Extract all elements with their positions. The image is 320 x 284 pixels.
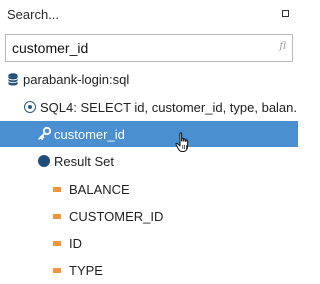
panel-header: Search... — [0, 0, 298, 30]
tree-node-database[interactable]: parabank-login:sql — [0, 66, 298, 92]
result-set-icon — [38, 155, 50, 167]
tree-node-column-customer-id[interactable]: CUSTOMER_ID — [0, 203, 298, 229]
column-label: CUSTOMER_ID — [69, 209, 164, 224]
hand-cursor-icon — [174, 132, 194, 159]
database-icon — [7, 73, 19, 89]
column-icon — [53, 268, 61, 273]
search-panel: Search... fl parabank-login:sql SQL4: SE… — [0, 0, 298, 284]
column-label: ID — [69, 236, 82, 251]
tree-node-column-balance[interactable]: BALANCE — [0, 176, 298, 202]
column-icon — [53, 241, 61, 246]
column-icon — [53, 214, 61, 219]
tree-node-result-set[interactable]: Result Set — [0, 148, 298, 174]
tree-node-column-type[interactable]: TYPE — [0, 257, 298, 283]
column-label: TYPE — [69, 263, 103, 278]
tree-node-column-id[interactable]: ID — [0, 230, 298, 256]
tree-node-customer-id[interactable]: customer_id — [0, 121, 298, 147]
search-box[interactable]: fl — [5, 34, 293, 62]
key-icon — [38, 126, 52, 143]
match-label: customer_id — [54, 127, 125, 142]
panel-title: Search... — [7, 7, 60, 22]
database-label: parabank-login:sql — [23, 72, 130, 87]
column-icon — [53, 187, 61, 192]
maximize-icon[interactable] — [282, 10, 289, 17]
query-icon — [24, 101, 36, 113]
filter-icon[interactable]: fl — [279, 41, 286, 52]
tree-node-query[interactable]: SQL4: SELECT id, customer_id, type, bala… — [0, 94, 298, 120]
column-label: BALANCE — [69, 182, 130, 197]
query-label: SQL4: SELECT id, customer_id, type, bala… — [40, 100, 298, 115]
search-input[interactable] — [6, 35, 272, 61]
result-set-label: Result Set — [54, 154, 114, 169]
